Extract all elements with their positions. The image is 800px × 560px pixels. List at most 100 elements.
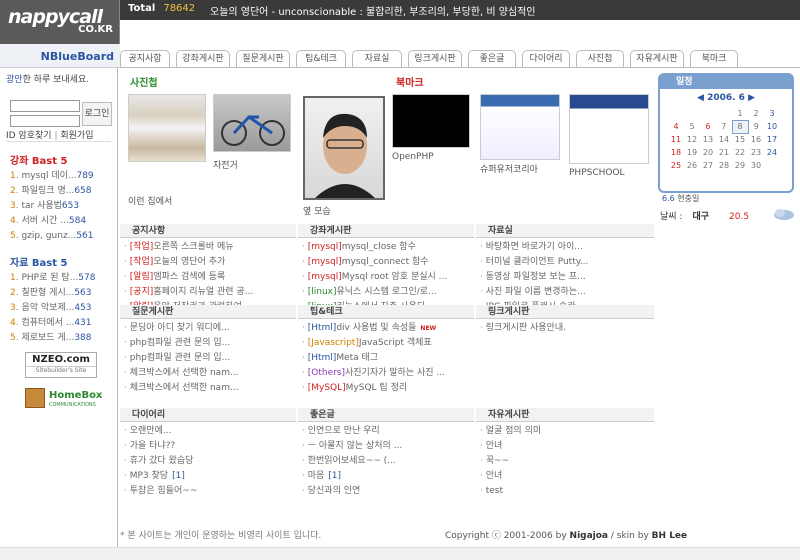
board-item[interactable]: · [공지]홈페이지 리뉴얼 관련 공... — [124, 285, 294, 300]
photo-caption-2[interactable]: 자전거 — [213, 158, 238, 171]
board-item[interactable]: · 체크박스에서 선택한 nam... — [124, 366, 294, 381]
board-item[interactable]: · [알림]엠파스 검색에 등록 — [124, 270, 294, 285]
calendar-day[interactable]: 25 — [668, 159, 684, 172]
tab-0[interactable]: 공지사항 — [120, 50, 170, 68]
tab-7[interactable]: 다이어리 — [522, 50, 570, 68]
board-item[interactable]: · [mysql]mysql_connect 함수 — [302, 255, 472, 270]
best-item[interactable]: 2. 파일링크 명...658 — [10, 184, 117, 199]
board-item[interactable]: · 체크박스에서 선택한 nam... — [124, 381, 294, 396]
best-item[interactable]: 4. 서버 시간 ...584 — [10, 214, 117, 229]
board-title[interactable]: 좋은글 — [298, 408, 474, 422]
board-title[interactable]: 링크게시판 — [476, 305, 654, 319]
board-item[interactable]: · [linux]유닉스 시스템 로그인/로... — [302, 285, 472, 300]
calendar-day[interactable]: 13 — [700, 133, 716, 146]
board-item[interactable]: · [MySQL]MySQL 팁 정리 — [302, 381, 472, 396]
board-item[interactable]: · [작업]오늘의 영단어 추가 — [124, 255, 294, 270]
board-item[interactable]: · test — [480, 484, 652, 499]
calendar-day[interactable]: 28 — [716, 159, 732, 172]
best-item[interactable]: 2. 칠판형 게시...563 — [10, 286, 117, 301]
calendar-day[interactable]: 22 — [732, 146, 748, 159]
board-item[interactable]: · 오랜만에... — [124, 424, 294, 439]
bookmark-thumb-superuser[interactable] — [480, 94, 560, 160]
calendar-day[interactable]: 5 — [684, 120, 700, 133]
board-item[interactable]: · 동영상 파일정보 보는 프... — [480, 270, 652, 285]
board-item[interactable]: · 한번읽어보세요~~ (... — [302, 454, 472, 469]
calendar-day[interactable]: 7 — [716, 120, 732, 133]
board-item[interactable]: · php컴파일 관련 문의 입... — [124, 351, 294, 366]
calendar-day[interactable]: 10 — [764, 120, 780, 133]
photo-caption-3[interactable]: 옆 모습 — [303, 204, 331, 217]
board-item[interactable]: · 꾹~~ — [480, 454, 652, 469]
bookmark-thumb-openphp[interactable] — [392, 94, 470, 148]
board-item[interactable]: · [Html]div 사용법 및 속성들 NEW — [302, 321, 472, 336]
calendar-day[interactable]: 23 — [748, 146, 764, 159]
calendar-day[interactable]: 8 — [731, 119, 749, 134]
best-item[interactable]: 3. 음악 악보제...453 — [10, 301, 117, 316]
best-item[interactable]: 3. tar 사용법653 — [10, 199, 117, 214]
best-item[interactable]: 1. mysql 데이...789 — [10, 169, 117, 184]
tab-5[interactable]: 링크게시판 — [408, 50, 462, 68]
board-item[interactable]: · [mysql]mysql_close 함수 — [302, 240, 472, 255]
board-item[interactable]: · 안녀 — [480, 469, 652, 484]
calendar-day[interactable]: 30 — [748, 159, 764, 172]
photo-thumb-bicycle[interactable] — [213, 94, 291, 152]
board-item[interactable]: · 터미널 클라이언트 Putty... — [480, 255, 652, 270]
calendar-day[interactable]: 4 — [668, 120, 684, 133]
find-password-link[interactable]: ID 암호찾기 — [6, 131, 52, 141]
calendar-day[interactable]: 26 — [684, 159, 700, 172]
tab-3[interactable]: 팁&테크 — [296, 50, 346, 68]
password-field[interactable] — [10, 115, 80, 127]
calendar-day[interactable]: 14 — [716, 133, 732, 146]
tab-10[interactable]: 북마크 — [690, 50, 738, 68]
calendar-day[interactable]: 1 — [732, 107, 748, 120]
prev-month-icon[interactable]: ◀ — [697, 93, 707, 103]
best-item[interactable]: 1. PHP로 된 탐...578 — [10, 271, 117, 286]
board-item[interactable]: · 링크게시판 사용안내. — [480, 321, 652, 336]
board-title[interactable]: 질문게시판 — [120, 305, 296, 319]
calendar-day[interactable]: 20 — [700, 146, 716, 159]
calendar-day[interactable]: 6 — [700, 120, 716, 133]
board-item[interactable]: · [Others]사진기자가 말하는 사진 ... — [302, 366, 472, 381]
calendar-day[interactable]: 27 — [700, 159, 716, 172]
board-title[interactable]: 팁&테크 — [298, 305, 474, 319]
board-item[interactable]: · 마음 [1] — [302, 469, 472, 484]
board-item[interactable]: · 휴가 갔다 왔습당 — [124, 454, 294, 469]
tab-4[interactable]: 자료실 — [352, 50, 402, 68]
calendar-day[interactable]: 19 — [684, 146, 700, 159]
next-month-icon[interactable]: ▶ — [745, 93, 755, 103]
best-item[interactable]: 5. 제로보드 게...388 — [10, 331, 117, 346]
tab-9[interactable]: 자유게시판 — [630, 50, 684, 68]
board-item[interactable]: · php컴파일 관련 문의 입... — [124, 336, 294, 351]
bookmark-thumb-phpschool[interactable] — [569, 94, 649, 164]
calendar-day[interactable]: 15 — [732, 133, 748, 146]
tab-6[interactable]: 좋은글 — [468, 50, 516, 68]
homebox-banner[interactable]: HomeBox COMMUNICATIONS — [25, 386, 102, 412]
board-item[interactable]: · [Html]Meta 태그 — [302, 351, 472, 366]
board-item[interactable]: · 얼굴 점의 의미 — [480, 424, 652, 439]
board-item[interactable]: · [작업]오른쪽 스크롤바 메뉴 — [124, 240, 294, 255]
bookmark-caption-3[interactable]: PHPSCHOOL — [569, 168, 625, 178]
tab-8[interactable]: 사진첩 — [576, 50, 624, 68]
board-item[interactable]: · MP3 찾당 [1] — [124, 469, 294, 484]
site-logo[interactable]: nappycall CO.KR NBlueBoard — [0, 0, 120, 68]
best-item[interactable]: 5. gzip, gunz...561 — [10, 229, 117, 244]
calendar-day[interactable]: 3 — [764, 107, 780, 120]
calendar-day[interactable]: 16 — [748, 133, 764, 146]
board-item[interactable]: · 인연으로 만난 우리 — [302, 424, 472, 439]
calendar-day[interactable]: 11 — [668, 133, 684, 146]
calendar-day[interactable]: 17 — [764, 133, 780, 146]
calendar-day[interactable]: 9 — [748, 120, 764, 133]
board-title[interactable]: 자료실 — [476, 224, 654, 238]
board-item[interactable]: · 문딩아 아디 찾기 워디에... — [124, 321, 294, 336]
board-title[interactable]: 자유게시판 — [476, 408, 654, 422]
calendar-day[interactable]: 12 — [684, 133, 700, 146]
bookmark-caption-1[interactable]: OpenPHP — [392, 152, 434, 162]
calendar-day[interactable]: 29 — [732, 159, 748, 172]
photo-thumb-profile[interactable] — [303, 96, 385, 200]
calendar-day[interactable]: 2 — [748, 107, 764, 120]
board-item[interactable]: · 투잡은 힘들어~~ — [124, 484, 294, 499]
board-item[interactable]: · 안녀 — [480, 439, 652, 454]
calendar-day[interactable]: 18 — [668, 146, 684, 159]
nzeo-banner[interactable]: NZEO.com Sitebuilder's Site — [25, 352, 97, 378]
join-link[interactable]: 회원가입 — [60, 131, 93, 141]
